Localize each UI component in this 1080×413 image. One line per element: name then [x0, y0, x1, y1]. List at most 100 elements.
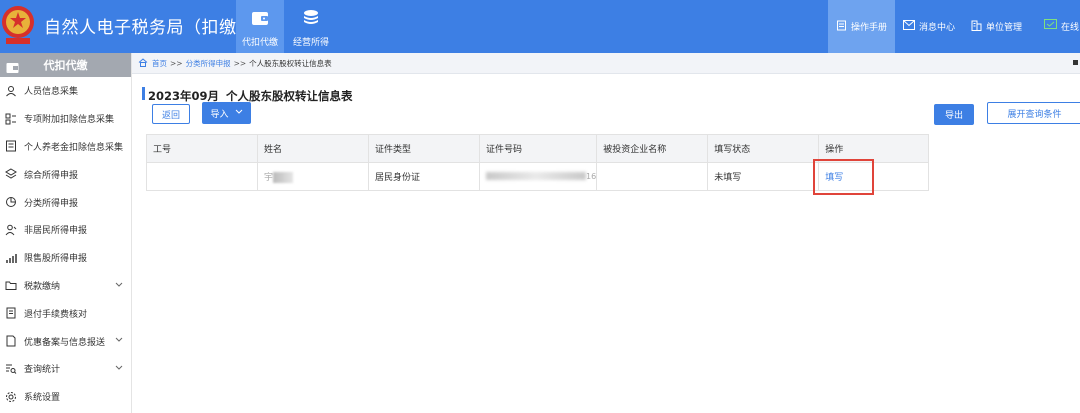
document-icon	[4, 139, 18, 153]
column-header-action: 操作	[818, 134, 930, 163]
sidebar-item-nonresident-income[interactable]: 非居民所得申报	[0, 216, 131, 244]
sidebar-item-comprehensive-income[interactable]: 综合所得申报	[0, 160, 131, 188]
cell-name: 宇	[257, 162, 369, 191]
sidebar-item-label: 综合所得申报	[24, 170, 79, 181]
main-content: 首页 >> 分类所得申报 >> 个人股东股权转让信息表 2023年09月 个人股东…	[132, 53, 1080, 413]
expand-query-button[interactable]: 展开查询条件	[987, 102, 1080, 124]
sidebar-item-label: 系统设置	[24, 393, 61, 404]
column-header-name: 姓名	[257, 134, 369, 163]
column-header-id-type: 证件类型	[368, 134, 480, 163]
sidebar-item-label: 个人养老金扣除信息采集	[24, 142, 124, 153]
redacted-name	[273, 172, 294, 183]
receipt-icon	[4, 306, 18, 320]
page-title-text: 个人股东股权转让信息表	[226, 89, 353, 103]
sidebar-item-label: 限售股所得申报	[24, 254, 88, 265]
chevron-down-icon	[115, 281, 123, 291]
cell-id-no-tail: 16	[586, 171, 597, 181]
sidebar-item-personnel[interactable]: 人员信息采集	[0, 77, 131, 105]
breadcrumb: 首页 >> 分类所得申报 >> 个人股东股权转让信息表	[132, 53, 1080, 74]
message-center-button[interactable]: 消息中心	[895, 0, 963, 53]
redacted-id-number	[486, 172, 586, 180]
cell-id-no: 16	[478, 162, 598, 191]
header-right-menu: 操作手册 消息中心 单位管理 在线	[828, 0, 1080, 53]
import-dropdown-button[interactable]: 导入	[202, 102, 251, 124]
cell-emp-no	[146, 162, 258, 191]
manual-icon	[836, 20, 851, 34]
online-service-button[interactable]: 在线	[1030, 0, 1080, 53]
sidebar-item-label: 优惠备案与信息报送	[24, 337, 106, 348]
breadcrumb-categorized-income[interactable]: 分类所得申报	[186, 58, 231, 69]
breadcrumb-home[interactable]: 首页	[152, 58, 167, 69]
search-list-icon	[4, 362, 18, 376]
fill-in-link[interactable]: 填写	[825, 173, 843, 183]
top-header: 自然人电子税务局（扣缴端） 代扣代缴 经营所得 操作手册 消息中心 单位管理 在…	[0, 0, 1080, 53]
tab-label: 经营所得	[292, 38, 329, 48]
layers-icon	[4, 167, 18, 181]
unit-management-button[interactable]: 单位管理	[963, 0, 1030, 53]
table-header-row: 工号 姓名 证件类型 证件号码 被投资企业名称 填写状态 操作	[146, 134, 930, 163]
national-emblem-logo	[0, 2, 36, 48]
breadcrumb-separator: >>	[170, 58, 183, 68]
table-row: 宇 居民身份证 16 未填写 填写	[146, 159, 930, 195]
column-header-id-no: 证件号码	[478, 134, 598, 163]
sidebar-item-label: 人员信息采集	[24, 87, 79, 98]
export-button[interactable]: 导出	[934, 104, 974, 125]
cell-name-text: 宇	[264, 173, 274, 183]
highlight-box	[813, 159, 875, 195]
column-header-status: 填写状态	[707, 134, 820, 163]
breadcrumb-separator: >>	[233, 58, 247, 68]
close-tab-icon[interactable]	[1073, 60, 1078, 65]
breadcrumb-current: 个人股东股权转让信息表	[249, 58, 332, 68]
sidebar-item-label: 税款缴纳	[24, 281, 61, 292]
chevron-down-icon	[235, 108, 243, 118]
sidebar-item-special-deduction[interactable]: 专项附加扣除信息采集	[0, 105, 131, 133]
manual-button[interactable]: 操作手册	[828, 0, 896, 53]
file-icon	[4, 334, 18, 348]
sidebar-item-query-statistics[interactable]: 查询统计	[0, 355, 131, 383]
sidebar-item-system-settings[interactable]: 系统设置	[0, 383, 131, 411]
tab-label: 代扣代缴	[241, 38, 278, 48]
tab-business-income[interactable]: 经营所得	[284, 0, 338, 53]
wallet-icon	[250, 8, 270, 32]
column-header-emp-no: 工号	[146, 134, 258, 163]
coins-icon	[301, 8, 321, 32]
bar-chart-icon	[4, 251, 18, 265]
home-icon[interactable]	[138, 57, 148, 69]
sidebar-item-categorized-income[interactable]: 分类所得申报	[0, 188, 131, 216]
grid-list-icon	[4, 112, 18, 126]
tab-withholding[interactable]: 代扣代缴	[236, 0, 284, 53]
sidebar-item-label: 分类所得申报	[24, 198, 79, 209]
sidebar-item-refund-fee-check[interactable]: 退付手续费核对	[0, 299, 131, 327]
sidebar: 代扣代缴 人员信息采集 专项附加扣除信息采集 个人养老金扣除信息采集 综合所得申…	[0, 53, 132, 413]
sidebar-item-restricted-shares[interactable]: 限售股所得申报	[0, 244, 131, 272]
wallet-icon	[6, 59, 19, 78]
folder-icon	[4, 278, 18, 292]
chevron-down-icon	[115, 364, 123, 374]
shareholder-transfer-table: 工号 姓名 证件类型 证件号码 被投资企业名称 填写状态 操作 宇 居民身份证 …	[146, 134, 930, 195]
person-outline-icon	[4, 223, 18, 237]
sidebar-item-label: 非居民所得申报	[24, 226, 88, 237]
back-button[interactable]: 返回	[152, 104, 190, 124]
pie-icon	[4, 195, 18, 209]
building-icon	[971, 20, 986, 34]
cell-company	[596, 162, 709, 191]
sidebar-item-label: 退付手续费核对	[24, 309, 88, 320]
sidebar-item-label: 查询统计	[24, 365, 61, 376]
page-title-period: 2023年09月	[148, 89, 220, 103]
chevron-down-icon	[115, 336, 123, 346]
sidebar-item-tax-payment[interactable]: 税款缴纳	[0, 272, 131, 300]
sidebar-title: 代扣代缴	[43, 59, 88, 72]
sidebar-item-pension-deduction[interactable]: 个人养老金扣除信息采集	[0, 133, 131, 161]
column-header-company: 被投资企业名称	[596, 134, 709, 163]
cell-id-type: 居民身份证	[368, 162, 480, 191]
sidebar-item-label: 专项附加扣除信息采集	[24, 115, 115, 126]
title-accent-bar	[142, 87, 145, 100]
user-icon	[4, 84, 18, 98]
cell-status: 未填写	[707, 162, 820, 191]
sidebar-header: 代扣代缴	[0, 53, 131, 77]
chat-icon	[1044, 19, 1061, 34]
gear-icon	[4, 390, 18, 404]
sidebar-item-preferential-filing[interactable]: 优惠备案与信息报送	[0, 327, 131, 355]
mail-icon	[903, 20, 919, 33]
cell-action: 填写	[813, 159, 930, 195]
